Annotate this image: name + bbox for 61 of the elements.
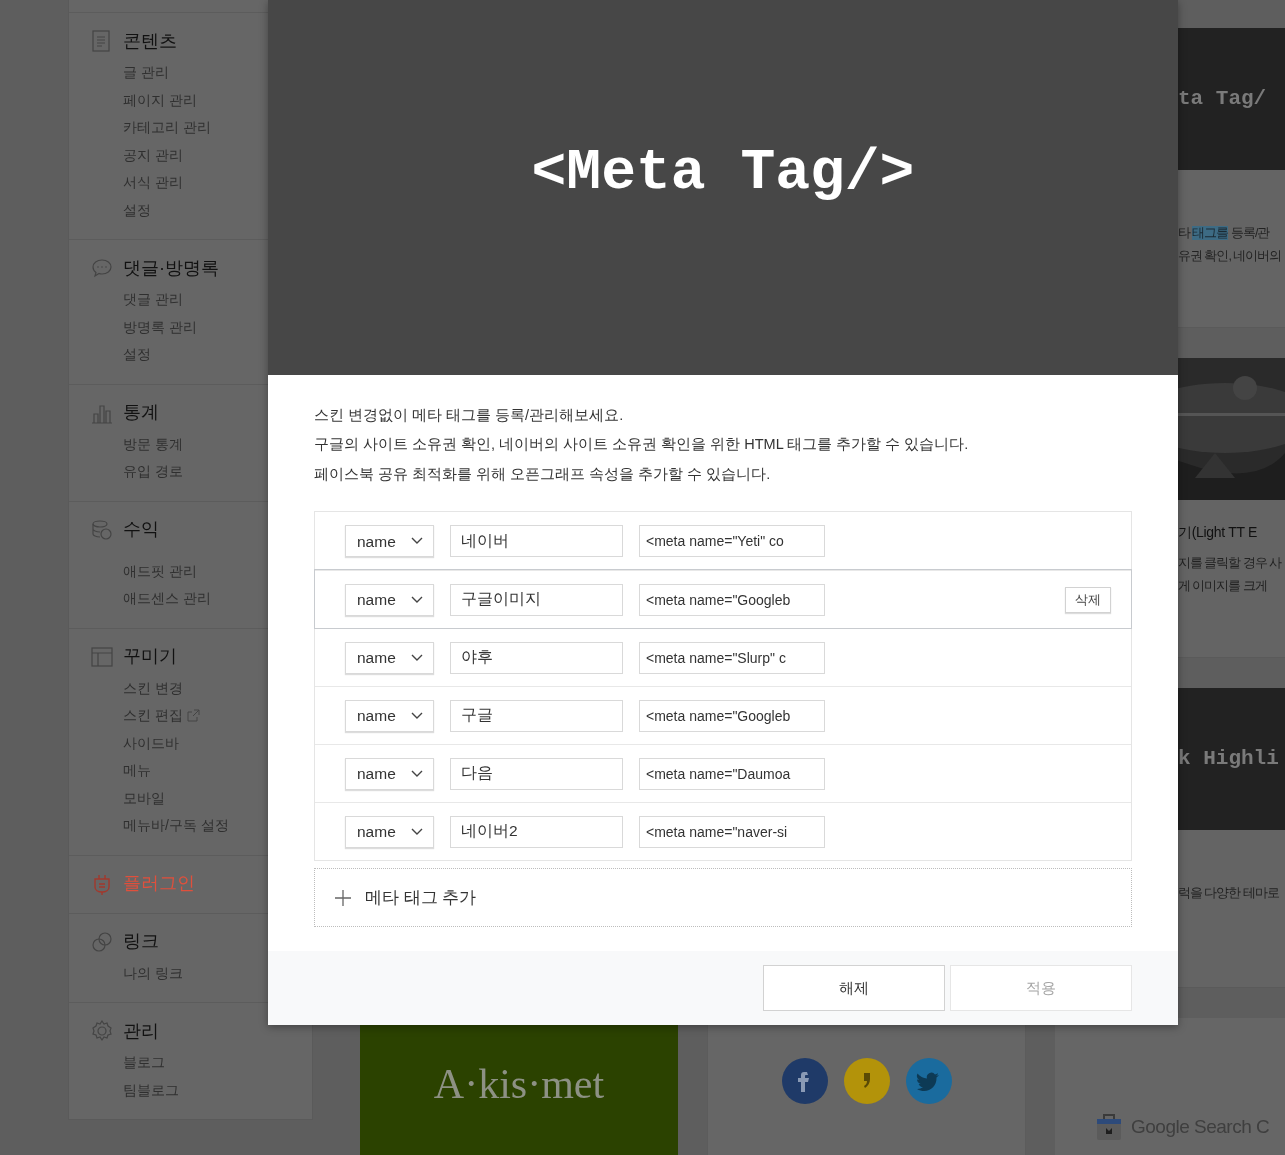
thumbnail-title: k Highli (1178, 746, 1279, 773)
meta-content-input[interactable]: <meta name="Daumoa (639, 757, 825, 790)
gear-icon (91, 1020, 113, 1042)
chevron-down-icon (411, 537, 423, 546)
sidebar-link[interactable]: 서식 관리 (123, 169, 183, 197)
sidebar-heading[interactable]: 링크 (123, 928, 159, 955)
sidebar-heading[interactable]: 통계 (123, 399, 159, 426)
toolbox-icon (1095, 1112, 1123, 1142)
meta-content-input[interactable]: <meta name="Googleb (639, 699, 825, 732)
meta-content-input[interactable]: <meta name="Googleb (639, 583, 825, 616)
attribute-dropdown[interactable]: name (345, 583, 434, 616)
card-title[interactable]: 기(Light TT E (1178, 522, 1285, 552)
intro-text: 스킨 변경없이 메타 태그를 등록/관리해보세요. (314, 405, 625, 425)
label-input[interactable]: 다음 (450, 757, 623, 790)
speech-bubble-icon (91, 257, 113, 279)
label-input[interactable]: 야후 (450, 641, 623, 674)
attribute-dropdown[interactable]: name (345, 699, 434, 732)
thumbnail-title: ta Tag/ (1178, 86, 1267, 113)
plus-icon (335, 889, 351, 906)
plug-icon (91, 872, 113, 895)
label-input[interactable]: 구글이미지 (450, 583, 623, 616)
label-input[interactable]: 네이버2 (450, 815, 623, 848)
intro-text: 페이스북 공유 최적화를 위해 오픈그래프 속성을 추가할 수 있습니다. (314, 464, 772, 484)
chevron-down-icon (411, 711, 423, 720)
chevron-down-icon (411, 653, 423, 662)
sidebar-heading[interactable]: 관리 (123, 1017, 159, 1045)
chevron-down-icon (411, 595, 423, 604)
attribute-dropdown[interactable]: name (345, 815, 434, 848)
label-input[interactable]: 네이버 (450, 525, 623, 558)
coins-icon (91, 518, 113, 541)
attribute-dropdown[interactable]: name (345, 757, 434, 790)
chevron-down-icon (411, 827, 423, 836)
speech-bubble-icon[interactable] (843, 1058, 890, 1104)
card-description: 게 이미지를 크게 (1178, 578, 1268, 595)
chevron-down-icon (411, 769, 423, 778)
delete-button[interactable]: 삭제 (1065, 587, 1111, 613)
attribute-dropdown[interactable]: name (345, 525, 434, 558)
sidebar-heading[interactable]: 댓글·방명록 (123, 254, 219, 282)
sidebar-link[interactable]: 공지 관리 (123, 141, 183, 169)
link-icon (91, 930, 113, 953)
label-input[interactable]: 구글 (450, 699, 623, 732)
sidebar-heading[interactable]: 수익 (123, 516, 159, 543)
sidebar-heading[interactable]: 꾸미기 (123, 643, 177, 670)
sidebar-heading[interactable]: 콘텐츠 (123, 27, 177, 55)
card-description: 럭을 다양한 테마로 (1178, 885, 1280, 902)
facebook-icon[interactable] (781, 1058, 828, 1104)
dialog-button[interactable]: 해제 (763, 965, 945, 1012)
meta-content-input[interactable]: <meta name="naver-si (639, 815, 825, 848)
meta-content-input[interactable]: <meta name="Slurp" c (639, 641, 825, 674)
layout-icon (91, 645, 113, 668)
add-meta-tag-button[interactable]: 메타 태그 추가 (314, 868, 1132, 928)
banner-title: <Meta Tag/> (531, 138, 915, 207)
intro-text: 구글의 사이트 소유권 확인, 네이버의 사이트 소유권 확인을 위한 HTML 태그를 추가할 수 있습니다. (314, 435, 970, 455)
card-description: 유권 확인, 네이버의 (1178, 248, 1283, 265)
card-description: 타 태그를 등록/관 (1178, 225, 1271, 242)
meta-content-input[interactable]: <meta name="Yeti" co (639, 525, 825, 558)
bird-icon[interactable] (905, 1058, 952, 1104)
card-description: 지를 클릭할 경우 사 (1178, 555, 1283, 572)
attribute-dropdown[interactable]: name (345, 641, 434, 674)
plugin-logo: A·kis·met (433, 1063, 605, 1105)
document-icon (91, 30, 113, 52)
